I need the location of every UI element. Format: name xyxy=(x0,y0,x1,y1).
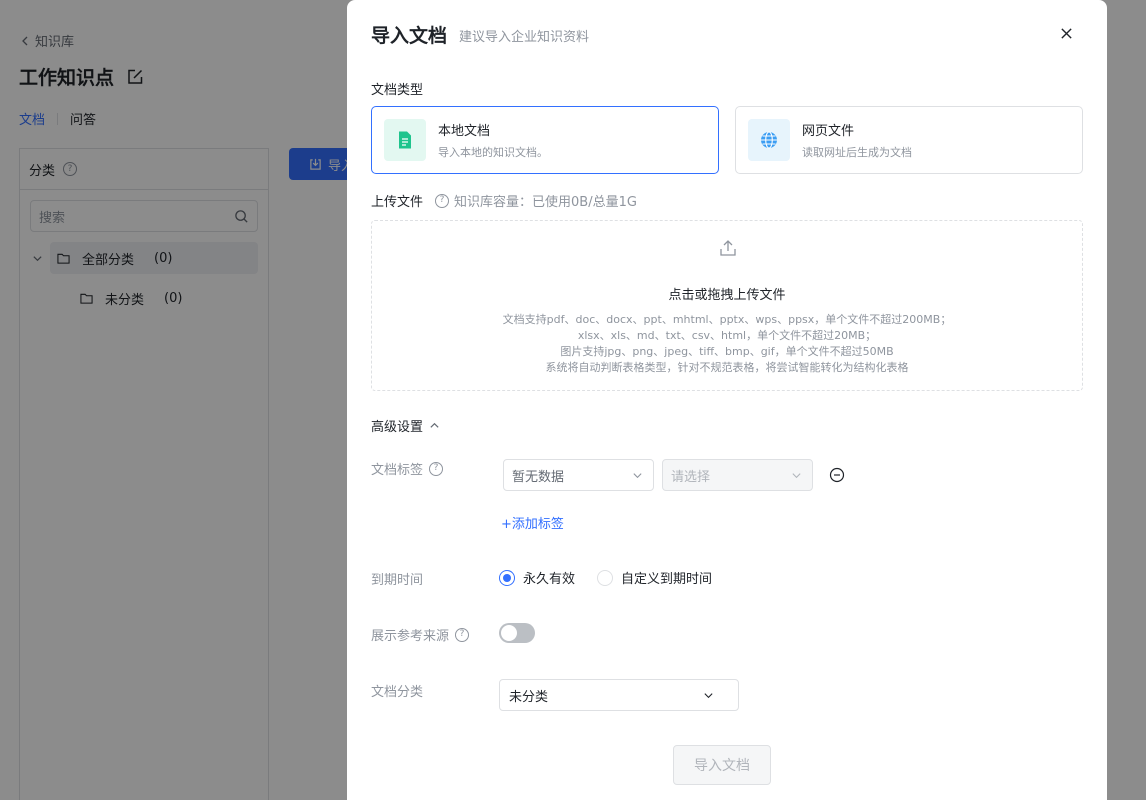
radio-button[interactable] xyxy=(499,569,515,586)
capacity-info: ? 知识库容量：已使用0B/总量1G xyxy=(435,191,637,210)
globe-icon xyxy=(748,119,790,161)
doc-tag-label-text: 文档标签 xyxy=(371,463,424,478)
file-icon xyxy=(384,119,426,161)
expire-option-custom[interactable]: 自定义到期时间 xyxy=(597,568,712,587)
chevron-up-icon xyxy=(430,422,439,428)
doc-type-desc: 读取网址后生成为文档 xyxy=(802,146,912,159)
upload-hint-line: 文档支持pdf、doc、docx、ppt、mhtml、pptx、wps、ppsx… xyxy=(502,313,952,326)
radio-label: 自定义到期时间 xyxy=(621,572,713,587)
doc-type-desc: 导入本地的知识文档。 xyxy=(438,146,548,159)
close-icon xyxy=(1060,27,1072,39)
help-icon[interactable]: ? xyxy=(435,193,450,208)
advanced-settings-toggle[interactable]: 高级设置 xyxy=(371,416,440,435)
upload-hint-line: xlsx、xls、md、txt、csv、html，单个文件不超过20MB； xyxy=(577,329,877,342)
advanced-settings-label: 高级设置 xyxy=(371,420,424,435)
upload-icon xyxy=(720,240,736,256)
modal-subtitle: 建议导入企业知识资料 xyxy=(459,30,590,45)
expire-radio-group: 永久有效 自定义到期时间 xyxy=(499,568,734,587)
show-source-label-text: 展示参考来源 xyxy=(371,629,450,644)
upload-label: 上传文件 xyxy=(371,195,424,210)
doc-type-local-card[interactable]: 本地文档 导入本地的知识文档。 xyxy=(371,106,719,174)
upload-hint-line: 系统将自动判断表格类型，针对不规范表格，将尝试智能转化为结构化表格 xyxy=(545,361,909,374)
doc-tag-label: 文档标签 ? xyxy=(371,459,444,478)
import-document-modal: 导入文档 建议导入企业知识资料 文档类型 本地文档 导入本地的知识文档。 网页文… xyxy=(347,0,1107,800)
import-document-submit-button[interactable]: 导入文档 xyxy=(673,745,771,785)
close-button[interactable] xyxy=(1057,24,1075,42)
chevron-down-icon xyxy=(704,692,713,698)
upload-label-row: 上传文件 ? 知识库容量：已使用0B/总量1G xyxy=(371,191,637,210)
tag-value-placeholder: 请选择 xyxy=(671,469,711,485)
doc-type-label: 文档类型 xyxy=(371,83,424,98)
help-icon[interactable]: ? xyxy=(429,461,444,476)
tag-value-select[interactable]: 请选择 xyxy=(662,459,813,491)
doc-category-label: 文档分类 xyxy=(371,685,424,700)
radio-label: 永久有效 xyxy=(523,572,576,587)
upload-title: 点击或拖拽上传文件 xyxy=(668,288,786,303)
upload-hint-line: 图片支持jpg、png、jpeg、tiff、bmp、gif，单个文件不超过50M… xyxy=(560,345,894,358)
chevron-down-icon xyxy=(792,472,801,478)
capacity-text: 知识库容量：已使用0B/总量1G xyxy=(454,195,637,210)
doc-type-web-card[interactable]: 网页文件 读取网址后生成为文档 xyxy=(735,106,1083,174)
expire-option-permanent[interactable]: 永久有效 xyxy=(499,568,575,587)
show-source-label: 展示参考来源 ? xyxy=(371,625,470,644)
radio-button[interactable] xyxy=(597,569,614,586)
modal-title: 导入文档 xyxy=(371,25,448,47)
upload-dropzone[interactable]: 点击或拖拽上传文件 文档支持pdf、doc、docx、ppt、mhtml、ppt… xyxy=(371,220,1083,391)
chevron-down-icon xyxy=(633,472,642,478)
tag-key-select[interactable]: 暂无数据 xyxy=(503,459,654,491)
tag-key-value: 暂无数据 xyxy=(512,469,565,485)
show-source-toggle[interactable] xyxy=(499,623,535,643)
help-icon[interactable]: ? xyxy=(455,627,470,642)
add-tag-link[interactable]: +添加标签 xyxy=(501,513,564,532)
doc-category-value: 未分类 xyxy=(509,689,549,705)
remove-circle-icon[interactable] xyxy=(829,467,845,483)
doc-type-title: 网页文件 xyxy=(802,124,855,139)
expire-label: 到期时间 xyxy=(371,573,424,588)
doc-category-select[interactable]: 未分类 xyxy=(499,679,739,711)
doc-type-title: 本地文档 xyxy=(438,124,491,139)
